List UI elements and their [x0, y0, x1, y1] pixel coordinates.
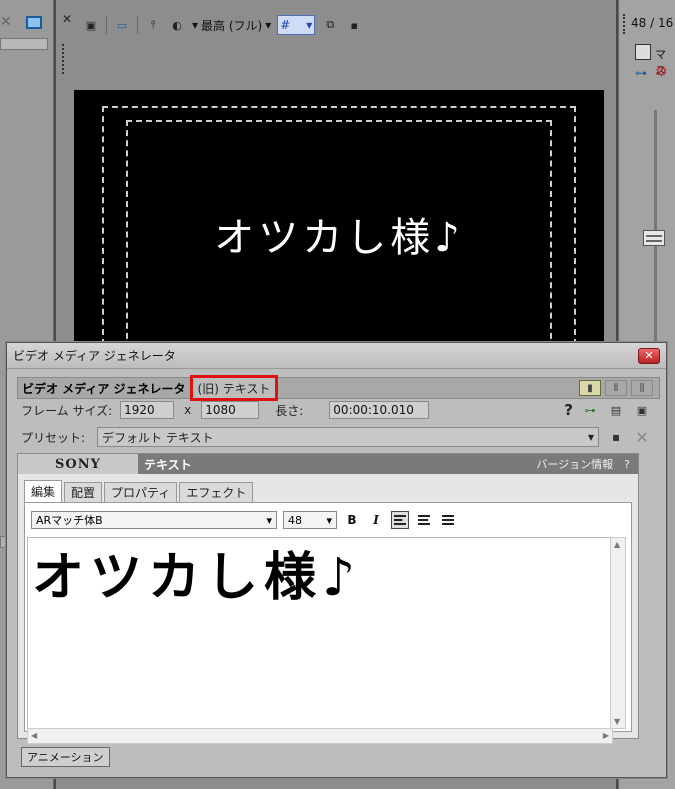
format-toolbar: ARマッチ体B ▾ 48 ▾ B I — [31, 511, 457, 529]
sony-logo: SONY — [18, 454, 138, 474]
chain-icon[interactable]: ⊶ — [581, 401, 599, 419]
align-center-icon — [418, 515, 430, 525]
font-size-dropdown[interactable]: 48 ▾ — [283, 511, 337, 529]
text-editor[interactable]: オツカし様♪ ▲ ▼ ◀ ▶ — [27, 537, 626, 744]
edit-tab-body: ARマッチ体B ▾ 48 ▾ B I オツカし様♪ ▲ ▼ ◀ ▶ — [24, 502, 632, 744]
preset-row: プリセット: デフォルト テキスト ▾ ▪ ✕ — [21, 427, 651, 447]
plugin-header: SONY テキスト バージョン情報 ? — [18, 454, 638, 474]
bold-button[interactable]: B — [343, 511, 361, 529]
length-input[interactable]: 00:00:10.010 — [329, 401, 430, 419]
align-right-button[interactable] — [439, 511, 457, 529]
chevron-down-icon: ▾ — [306, 18, 313, 32]
copy-snapshot-icon[interactable]: ⧉ — [321, 16, 339, 34]
external-monitor-icon[interactable]: ▭ — [113, 16, 131, 34]
chain-icon[interactable]: ⊶ — [635, 66, 647, 80]
grid-overlay-button[interactable]: # ▾ — [277, 15, 316, 35]
frame-size-label: フレーム サイズ: — [21, 403, 113, 418]
view-double-icon[interactable]: ⦀ — [605, 380, 627, 396]
italic-button[interactable]: I — [367, 511, 385, 529]
preview-quality-dropdown[interactable]: ▾ 最高 (フル) ▾ — [192, 17, 271, 34]
preset-value: デフォルト テキスト — [102, 430, 214, 445]
left-panel-bar — [0, 38, 48, 50]
monitor-icon[interactable] — [26, 16, 42, 29]
tab-properties[interactable]: プロパティ — [104, 482, 178, 502]
properties-icon[interactable]: ▣ — [82, 16, 100, 34]
horizontal-scrollbar[interactable]: ◀ ▶ — [27, 728, 613, 744]
video-media-generator-dialog: ビデオ メディア ジェネレータ ✕ ビデオ メディア ジェネレータ (旧) テキ… — [6, 342, 667, 778]
align-right-icon — [442, 515, 454, 525]
close-icon[interactable]: ✕ — [0, 14, 12, 30]
preview-quality-label: 最高 (フル) — [201, 18, 263, 33]
tab-placement[interactable]: 配置 — [64, 482, 103, 502]
dialog-title: ビデオ メディア ジェネレータ — [13, 349, 176, 363]
tab-effects[interactable]: エフェクト — [179, 482, 254, 502]
generator-name: ビデオ メディア ジェネレータ — [22, 381, 186, 396]
dropdown-arrow-icon: ▾ — [192, 18, 199, 32]
length-label: 長さ: — [275, 403, 304, 418]
view-triple-icon[interactable]: ⫼ — [631, 380, 653, 396]
tab-edit[interactable]: 編集 — [24, 480, 63, 502]
save-snapshot-icon[interactable]: ▪ — [345, 16, 363, 34]
toolbar-separator — [137, 16, 138, 34]
preview-toolbar: ▣ ▭ ⫯ ◐ ▾ 最高 (フル) ▾ # ▾ ⧉ ▪ — [78, 10, 634, 40]
scroll-down-icon[interactable]: ▼ — [614, 717, 620, 726]
toolbar-separator — [106, 16, 107, 34]
tab-area: 編集 配置 プロパティ エフェクト ARマッチ体B ▾ 48 ▾ B I オツカ… — [18, 474, 638, 744]
frame-width-input[interactable]: 1920 — [120, 401, 175, 419]
level-slider-thumb[interactable] — [643, 230, 665, 246]
scroll-up-icon[interactable]: ▲ — [614, 540, 620, 549]
plugin-name: テキスト — [144, 457, 192, 472]
preview-close-icon[interactable]: ✕ — [62, 12, 72, 26]
align-left-icon — [394, 515, 406, 525]
align-center-button[interactable] — [415, 511, 433, 529]
version-info-link[interactable]: バージョン情報 ? — [536, 456, 638, 472]
grid-icon: # — [280, 18, 291, 32]
split-screen-icon[interactable]: ⫯ — [144, 16, 162, 34]
printer-icon[interactable]: ▤ — [607, 401, 625, 419]
gear-icon[interactable]: ⚙ — [655, 64, 668, 80]
help-icon[interactable]: ? — [564, 401, 573, 419]
mask-icon[interactable] — [635, 44, 651, 60]
align-left-button[interactable] — [391, 511, 409, 529]
preset-dropdown[interactable]: デフォルト テキスト ▾ — [97, 427, 600, 447]
panel-grip[interactable] — [623, 14, 626, 34]
overlay-icon[interactable]: ◐ — [168, 16, 186, 34]
scroll-right-icon[interactable]: ▶ — [603, 731, 609, 740]
frame-height-input[interactable]: 1080 — [201, 401, 260, 419]
dropdown-arrow-icon: ▾ — [265, 18, 272, 32]
view-single-icon[interactable]: ▮ — [579, 380, 601, 396]
plugin-content: SONY テキスト バージョン情報 ? 編集 配置 プロパティ エフェクト AR… — [17, 453, 639, 744]
chevron-down-icon: ▾ — [326, 513, 332, 527]
scroll-left-icon[interactable]: ◀ — [31, 731, 37, 740]
frame-counter: 48 / 16 — [631, 16, 674, 30]
dialog-close-button[interactable]: ✕ — [638, 347, 660, 364]
save-preset-icon[interactable]: ▪ — [607, 428, 625, 446]
font-dropdown[interactable]: ARマッチ体B ▾ — [31, 511, 277, 529]
chevron-down-icon: ▾ — [587, 430, 595, 444]
editor-text: オツカし様♪ — [32, 548, 362, 608]
view-buttons: ▮ ⦀ ⫼ — [579, 380, 659, 396]
preset-label: プリセット: — [21, 430, 86, 445]
properties-icon[interactable]: ▣ — [633, 401, 651, 419]
toolbar-grip[interactable] — [62, 44, 65, 74]
font-name: ARマッチ体B — [36, 514, 103, 527]
dimension-separator: x — [184, 403, 192, 417]
chevron-down-icon: ▾ — [266, 513, 272, 527]
frame-size-row: フレーム サイズ: 1920 x 1080 長さ: 00:00:10.010 ?… — [21, 401, 651, 419]
vertical-scrollbar[interactable]: ▲ ▼ — [610, 537, 626, 729]
animation-button[interactable]: アニメーション — [21, 747, 110, 767]
dialog-titlebar[interactable]: ビデオ メディア ジェネレータ ✕ — [7, 343, 666, 369]
tab-bar: 編集 配置 プロパティ エフェクト — [24, 480, 254, 502]
font-size: 48 — [288, 513, 302, 527]
delete-preset-icon[interactable]: ✕ — [633, 428, 651, 447]
generator-header: ビデオ メディア ジェネレータ (旧) テキスト ▮ ⦀ ⫼ — [17, 375, 660, 401]
preview-overlay-text: オツカし様♪ — [214, 215, 464, 261]
preview-screen: オツカし様♪ — [74, 90, 604, 345]
media-type-label: (旧) テキスト — [189, 375, 279, 401]
